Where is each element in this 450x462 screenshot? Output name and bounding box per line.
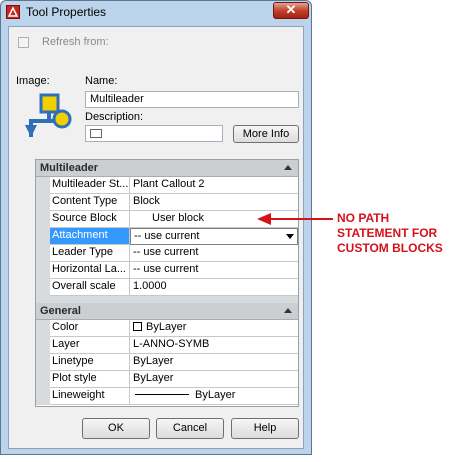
property-row-leader-type[interactable]: Leader Type -- use current	[36, 245, 298, 262]
property-row-attachment[interactable]: Attachment -- use current	[36, 228, 298, 245]
multileader-icon[interactable]	[18, 93, 74, 141]
annotation-arrow-icon	[257, 213, 333, 225]
property-name: Overall scale	[50, 279, 130, 296]
description-field[interactable]	[85, 125, 223, 142]
property-row-color[interactable]: Color ByLayer	[36, 320, 298, 337]
section-title: Multileader	[40, 162, 99, 174]
close-icon: ✕	[285, 2, 297, 17]
image-label: Image:	[16, 75, 50, 87]
property-row-horizontal-landing[interactable]: Horizontal La... -- use current	[36, 262, 298, 279]
lineweight-sample-icon	[135, 394, 189, 395]
annotation-line-3: CUSTOM BLOCKS	[337, 241, 443, 255]
property-name: Multileader St...	[50, 177, 130, 194]
property-name: Lineweight	[50, 388, 130, 405]
cancel-button[interactable]: Cancel	[156, 418, 224, 439]
property-row-multileader-style[interactable]: Multileader St... Plant Callout 2	[36, 177, 298, 194]
property-row-content-type[interactable]: Content Type Block	[36, 194, 298, 211]
property-name: Color	[50, 320, 130, 337]
section-header-multileader[interactable]: Multileader	[36, 160, 298, 177]
tool-properties-window: Tool Properties ✕ Refresh from: Image: N…	[0, 0, 312, 455]
collapse-arrow-icon[interactable]	[284, 165, 292, 170]
annotation-line-1: NO PATH	[337, 211, 390, 225]
property-value[interactable]: -- use current	[130, 245, 298, 262]
ok-button[interactable]: OK	[82, 418, 150, 439]
property-name: Content Type	[50, 194, 130, 211]
property-row-linetype[interactable]: Linetype ByLayer	[36, 354, 298, 371]
property-value[interactable]: 1.0000	[130, 279, 298, 296]
annotation-line-2: STATEMENT FOR	[337, 226, 438, 240]
property-value: ByLayer	[146, 321, 187, 333]
title-bar[interactable]: Tool Properties ✕	[1, 1, 311, 25]
keyboard-icon	[90, 129, 102, 138]
property-name: Source Block	[50, 211, 130, 228]
property-value[interactable]: ByLayer	[130, 371, 298, 388]
name-field[interactable]: Multileader	[85, 91, 299, 108]
property-row-layer[interactable]: Layer L-ANNO-SYMB	[36, 337, 298, 354]
property-value[interactable]: -- use current	[130, 262, 298, 279]
property-value[interactable]: Block	[130, 194, 298, 211]
property-value[interactable]: Plant Callout 2	[130, 177, 298, 194]
window-title: Tool Properties	[26, 5, 107, 19]
property-name: Plot style	[50, 371, 130, 388]
property-name: Leader Type	[50, 245, 130, 262]
annotation-callout: NO PATH STATEMENT FOR CUSTOM BLOCKS	[337, 211, 447, 256]
name-label: Name:	[85, 75, 118, 87]
close-button[interactable]: ✕	[273, 2, 309, 19]
dialog-client-area: Refresh from: Image: Name: Multileader D…	[8, 26, 304, 449]
property-value: ByLayer	[195, 389, 236, 401]
property-row-lineweight[interactable]: Lineweight ByLayer	[36, 388, 298, 405]
more-info-button[interactable]: More Info	[233, 125, 299, 143]
property-value: -- use current	[134, 230, 200, 242]
color-swatch-icon	[133, 322, 142, 331]
section-header-general[interactable]: General	[36, 303, 298, 320]
property-name: Attachment	[50, 228, 130, 245]
property-value[interactable]: ByLayer	[130, 354, 298, 371]
refresh-label: Refresh from:	[42, 36, 109, 48]
property-row-overall-scale[interactable]: Overall scale 1.0000	[36, 279, 298, 296]
refresh-checkbox[interactable]	[18, 37, 29, 48]
attachment-dropdown[interactable]: -- use current	[130, 228, 298, 245]
property-name: Layer	[50, 337, 130, 354]
properties-grid: Multileader Multileader St... Plant Callo…	[35, 159, 299, 407]
dropdown-arrow-icon[interactable]	[286, 234, 294, 239]
description-label: Description:	[85, 111, 144, 123]
autocad-app-icon	[6, 5, 20, 19]
section-title: General	[40, 305, 81, 317]
collapse-arrow-icon[interactable]	[284, 308, 292, 313]
help-button[interactable]: Help	[231, 418, 299, 439]
property-value[interactable]: L-ANNO-SYMB	[130, 337, 298, 354]
property-name: Horizontal La...	[50, 262, 130, 279]
section-spacer	[36, 296, 298, 303]
property-row-plot-style[interactable]: Plot style ByLayer	[36, 371, 298, 388]
lineweight-value[interactable]: ByLayer	[130, 388, 298, 405]
color-value[interactable]: ByLayer	[130, 320, 298, 337]
property-name: Linetype	[50, 354, 130, 371]
